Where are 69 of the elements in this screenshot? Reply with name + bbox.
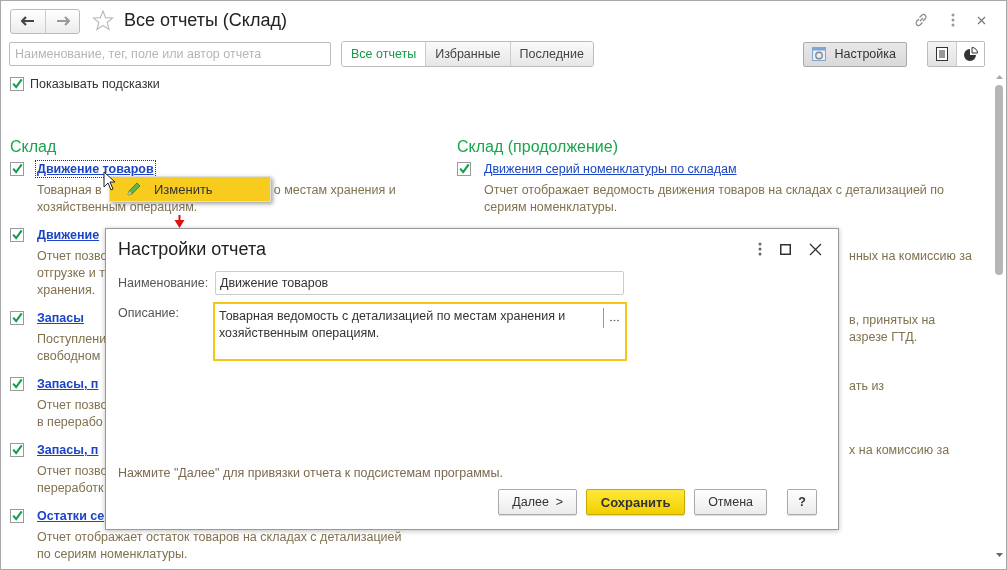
report-description: в, принятых на xyxy=(849,312,936,329)
checkbox[interactable] xyxy=(10,377,24,391)
report-link[interactable]: Запасы, п xyxy=(37,377,99,391)
link-icon[interactable] xyxy=(913,12,929,28)
report-description: по сериям номенклатуры. xyxy=(37,546,188,563)
checkbox-label: Показывать подсказки xyxy=(30,77,160,91)
search-field[interactable]: Наименование, тег, поле или автор отчета xyxy=(9,42,331,66)
report-description: Поступлени xyxy=(37,331,107,348)
dialog-button[interactable]: Сохранить xyxy=(586,489,686,515)
report-link[interactable]: Запасы xyxy=(37,311,84,325)
report-description: переработк xyxy=(37,480,104,497)
report-description: хранения. xyxy=(37,282,96,299)
report-link[interactable]: Движения серий номенклатуры по складам xyxy=(484,162,737,176)
checkbox[interactable] xyxy=(10,77,24,91)
checkbox[interactable] xyxy=(10,311,24,325)
report-description: Отчет отображает ведомость движения товаров на складах с детализацией по xyxy=(484,182,945,199)
report-description: ать из xyxy=(849,378,885,395)
dialog-button[interactable]: Далее > xyxy=(498,489,578,515)
field-label: Описание: xyxy=(118,305,180,322)
window-title: Все отчеты (Склад) xyxy=(124,9,287,31)
document-icon xyxy=(936,47,948,61)
report-link[interactable]: Остатки се xyxy=(37,509,105,523)
section-heading: Склад xyxy=(10,137,58,157)
report-description: о местам хранения и xyxy=(273,182,396,199)
section-heading: Склад (продолжение) xyxy=(457,137,619,157)
help-button[interactable]: ? xyxy=(787,489,817,515)
maximize-icon[interactable] xyxy=(780,243,791,255)
list-view-button[interactable] xyxy=(928,42,956,66)
scroll-up-icon[interactable] xyxy=(995,75,1003,79)
report-description: свободном xyxy=(37,348,101,365)
settings-button[interactable]: Настройка xyxy=(803,41,907,67)
pencil-icon xyxy=(126,181,142,197)
report-link[interactable]: Движение xyxy=(37,228,100,242)
checkbox[interactable] xyxy=(10,162,24,176)
report-description: в перерабо xyxy=(37,414,103,431)
arrow xyxy=(174,215,185,228)
chart-view-button[interactable] xyxy=(956,42,984,66)
hint-text: Нажмите "Далее" для привязки отчета к подсистемам программы. xyxy=(118,466,504,480)
filter-tab[interactable]: Последние xyxy=(509,42,593,66)
report-link[interactable]: Запасы, п xyxy=(37,443,99,457)
checkbox[interactable] xyxy=(457,162,471,176)
report-description: отгрузке и т xyxy=(37,265,105,282)
report-description: х на комиссию за xyxy=(849,442,950,459)
scrollbar-thumb[interactable] xyxy=(995,85,1003,275)
arrow-right-icon xyxy=(55,16,70,26)
checkbox[interactable] xyxy=(10,509,24,523)
report-description: Товарная в xyxy=(37,182,102,199)
report-description: хозяйственным операциям. xyxy=(37,199,198,216)
dialog-title: Настройки отчета xyxy=(118,238,266,260)
checkbox[interactable] xyxy=(10,443,24,457)
report-description: азрезе ГТД. xyxy=(849,329,918,346)
filter-tab[interactable]: Избранные xyxy=(425,42,510,66)
star-icon[interactable] xyxy=(92,9,114,31)
checkbox[interactable] xyxy=(10,228,24,242)
dialog-button[interactable]: Отмена xyxy=(694,489,767,515)
more-icon[interactable] xyxy=(951,13,955,27)
pie-chart-icon xyxy=(963,47,978,61)
report-description: нных на комиссию за xyxy=(849,248,972,265)
report-description: сериям номенклатуры. xyxy=(484,199,618,216)
name-field[interactable]: Движение товаров xyxy=(215,271,624,295)
menu-item[interactable]: Изменить xyxy=(154,181,213,197)
arrow-left-icon xyxy=(21,16,35,26)
report-link[interactable]: Движение товаров xyxy=(37,162,154,176)
report-description: Отчет отображает остаток товаров на складах с детализацией xyxy=(37,529,402,546)
scroll-down-icon[interactable] xyxy=(995,553,1003,557)
description-field[interactable]: Товарная ведомость с детализацией по местам хранения и хозяйственным операциям. xyxy=(213,302,627,361)
close-icon[interactable] xyxy=(809,242,822,256)
more-icon[interactable] xyxy=(758,242,762,256)
field-label: Наименование: xyxy=(118,276,210,290)
